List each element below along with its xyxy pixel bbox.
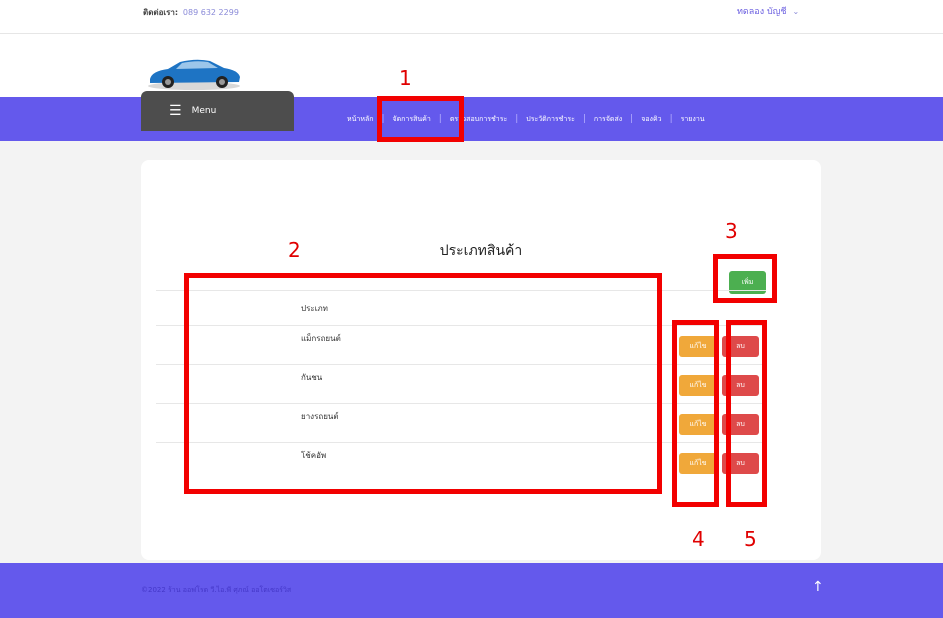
contact-info: ติดต่อเรา: 089 632 2299 — [143, 6, 239, 19]
contact-label: ติดต่อเรา: — [143, 8, 179, 17]
contact-phone: 089 632 2299 — [182, 8, 239, 17]
edit-button[interactable]: แก้ไข — [679, 336, 717, 357]
delete-button[interactable]: ลบ — [722, 414, 759, 435]
category-name: ยางรถยนต์ — [301, 412, 339, 421]
chevron-down-icon: ⌄ — [792, 6, 800, 16]
nav-booking[interactable]: จองคิว — [633, 114, 669, 125]
hamburger-icon: ☰ — [169, 103, 182, 119]
delete-button[interactable]: ลบ — [722, 375, 759, 396]
column-header-type: ประเภท — [301, 303, 328, 313]
table-row: แม็กรถยนต์ แก้ไข ลบ — [156, 325, 766, 364]
table-row: กันชน แก้ไข ลบ — [156, 364, 766, 403]
brand-area — [0, 34, 943, 97]
menu-button[interactable]: ☰ Menu — [141, 91, 294, 131]
top-bar: ติดต่อเรา: 089 632 2299 ทดลอง บัญชี ⌄ — [0, 0, 943, 34]
category-table: ประเภท แม็กรถยนต์ แก้ไข ลบ กันชน แก้ไข ล… — [156, 290, 766, 481]
menu-label: Menu — [191, 106, 217, 116]
nav-report[interactable]: รายงาน — [673, 114, 713, 125]
edit-button[interactable]: แก้ไข — [679, 453, 717, 474]
table-row: ยางรถยนต์ แก้ไข ลบ — [156, 403, 766, 442]
nav-shipping[interactable]: การจัดส่ง — [586, 114, 630, 125]
footer: ©2022 ร้าน ออฟโรด วี.ไอ.พี ศุภณ์ ออโตเซอ… — [0, 563, 943, 618]
nav-payment-check[interactable]: ตรวจสอบการชำระ — [442, 114, 515, 125]
category-name: โช้คอัพ — [301, 451, 327, 460]
table-row: โช้คอัพ แก้ไข ลบ — [156, 442, 766, 481]
table-header: ประเภท — [156, 290, 766, 325]
annotation-number: 4 — [692, 527, 705, 551]
scroll-to-top-icon[interactable]: ↑ — [812, 579, 824, 595]
nav-payment-history[interactable]: ประวัติการชำระ — [518, 114, 583, 125]
nav-manage-products[interactable]: จัดการสินค้า — [385, 114, 439, 125]
annotation-number: 5 — [744, 527, 757, 551]
category-name: กันชน — [301, 373, 323, 382]
car-logo[interactable] — [146, 57, 242, 91]
category-name: แม็กรถยนต์ — [301, 334, 341, 343]
content-card: ประเภทสินค้า เพิ่ม ประเภท แม็กรถยนต์ แก้… — [141, 160, 821, 560]
delete-button[interactable]: ลบ — [722, 336, 759, 357]
account-label: ทดลอง บัญชี — [737, 7, 787, 17]
annotation-number: 2 — [288, 238, 301, 262]
nav-links: หน้าหลัก | จัดการสินค้า | ตรวจสอบการชำระ… — [339, 97, 713, 141]
annotation-number: 1 — [399, 66, 412, 90]
edit-button[interactable]: แก้ไข — [679, 375, 717, 396]
account-menu[interactable]: ทดลอง บัญชี ⌄ — [737, 4, 799, 18]
delete-button[interactable]: ลบ — [722, 453, 759, 474]
edit-button[interactable]: แก้ไข — [679, 414, 717, 435]
annotation-number: 3 — [725, 219, 738, 243]
copyright-text: ©2022 ร้าน ออฟโรด วี.ไอ.พี ศุภณ์ ออโตเซอ… — [141, 586, 292, 594]
nav-home[interactable]: หน้าหลัก — [339, 114, 381, 125]
page-title: ประเภทสินค้า — [439, 243, 523, 259]
